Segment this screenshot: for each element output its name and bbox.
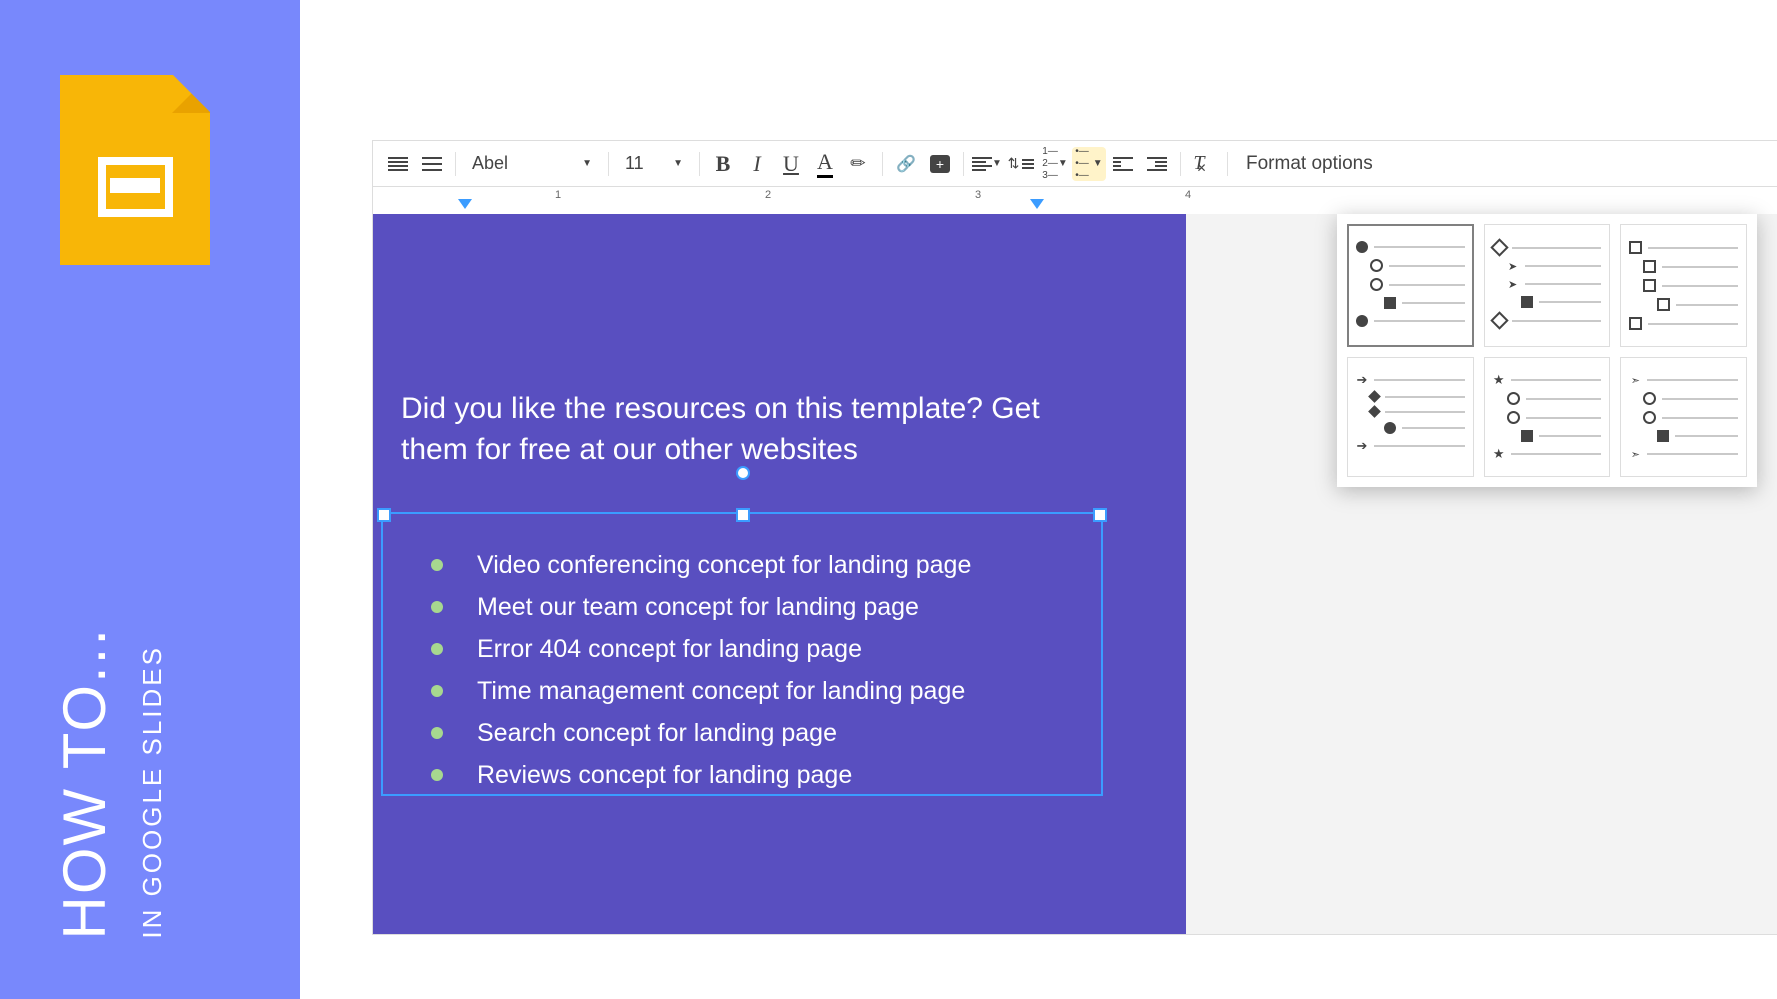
bullet-option-disc[interactable]: [1347, 224, 1474, 347]
resize-handle[interactable]: [736, 508, 750, 522]
format-options-button[interactable]: Format options: [1234, 153, 1385, 175]
indent-marker-right[interactable]: [1030, 199, 1044, 214]
howto-subtitle: IN GOOGLE SLIDES: [137, 645, 168, 939]
numbered-list-button[interactable]: 1—2—3—▼: [1038, 147, 1072, 181]
highlight-button[interactable]: ✎: [842, 147, 876, 181]
bullet-icon: [431, 727, 443, 739]
bullet-style-menu: [1337, 214, 1757, 487]
dropdown-icon: ▼: [582, 158, 592, 169]
font-size-select[interactable]: 11 ▼: [615, 147, 693, 181]
insert-link-button[interactable]: 🔗: [889, 147, 923, 181]
list-item: Video conferencing concept for landing p…: [431, 544, 971, 586]
underline-button[interactable]: U: [774, 147, 808, 181]
list-item: Meet our team concept for landing page: [431, 586, 971, 628]
left-panel: HOW TO... IN GOOGLE SLIDES: [0, 0, 300, 999]
bullet-option-diamond[interactable]: [1484, 224, 1611, 347]
paragraph-spacing-button[interactable]: ⇅: [1004, 147, 1038, 181]
bullet-icon: [431, 685, 443, 697]
indent-marker[interactable]: [458, 199, 472, 214]
font-size-value: 11: [625, 153, 644, 174]
resize-handle[interactable]: [1093, 508, 1107, 522]
add-comment-button[interactable]: +: [923, 147, 957, 181]
bullet-list[interactable]: Video conferencing concept for landing p…: [431, 544, 971, 796]
increase-indent-button[interactable]: [1140, 147, 1174, 181]
ruler[interactable]: 1 2 3 4: [373, 187, 1777, 215]
canvas[interactable]: Did you like the resources on this templ…: [373, 214, 1777, 934]
font-select[interactable]: Abel ▼: [462, 147, 602, 181]
ruler-mark: 4: [1185, 189, 1191, 201]
list-item: Time management concept for landing page: [431, 670, 971, 712]
text-align-button[interactable]: ▼: [970, 147, 1004, 181]
bullet-icon: [431, 643, 443, 655]
list-item: Error 404 concept for landing page: [431, 628, 971, 670]
line-spacing-icon[interactable]: [415, 147, 449, 181]
resize-handle[interactable]: [377, 508, 391, 522]
bold-button[interactable]: B: [706, 147, 740, 181]
list-item: Search concept for landing page: [431, 712, 971, 754]
bullet-option-square[interactable]: [1620, 224, 1747, 347]
font-name: Abel: [472, 153, 508, 174]
align-left-icon[interactable]: [381, 147, 415, 181]
text-color-button[interactable]: A: [808, 147, 842, 181]
dropdown-icon: ▼: [673, 158, 683, 169]
clear-formatting-button[interactable]: T✕: [1187, 147, 1221, 181]
ruler-mark: 2: [765, 189, 771, 201]
bullet-icon: [431, 769, 443, 781]
bullet-option-arrow[interactable]: [1347, 357, 1474, 477]
ruler-mark: 1: [555, 189, 561, 201]
bullet-option-chevron[interactable]: [1620, 357, 1747, 477]
bulleted-list-button[interactable]: •—•—•—▼: [1072, 147, 1106, 181]
howto-title: HOW TO...: [50, 627, 119, 939]
italic-button[interactable]: I: [740, 147, 774, 181]
slide-heading[interactable]: Did you like the resources on this templ…: [401, 389, 1086, 470]
decrease-indent-button[interactable]: [1106, 147, 1140, 181]
list-item: Reviews concept for landing page: [431, 754, 971, 796]
slide[interactable]: Did you like the resources on this templ…: [373, 214, 1186, 934]
bullet-option-star[interactable]: [1484, 357, 1611, 477]
bullet-icon: [431, 601, 443, 613]
ruler-mark: 3: [975, 189, 981, 201]
slides-logo: [60, 75, 210, 265]
app-area: Abel ▼ 11 ▼ B I U A ✎ 🔗 + ▼ ⇅ 1—2—3—▼ •—•—…: [300, 0, 1777, 999]
bullet-icon: [431, 559, 443, 571]
toolbar: Abel ▼ 11 ▼ B I U A ✎ 🔗 + ▼ ⇅ 1—2—3—▼ •—•—…: [373, 141, 1777, 187]
rotate-handle[interactable]: [736, 466, 750, 480]
